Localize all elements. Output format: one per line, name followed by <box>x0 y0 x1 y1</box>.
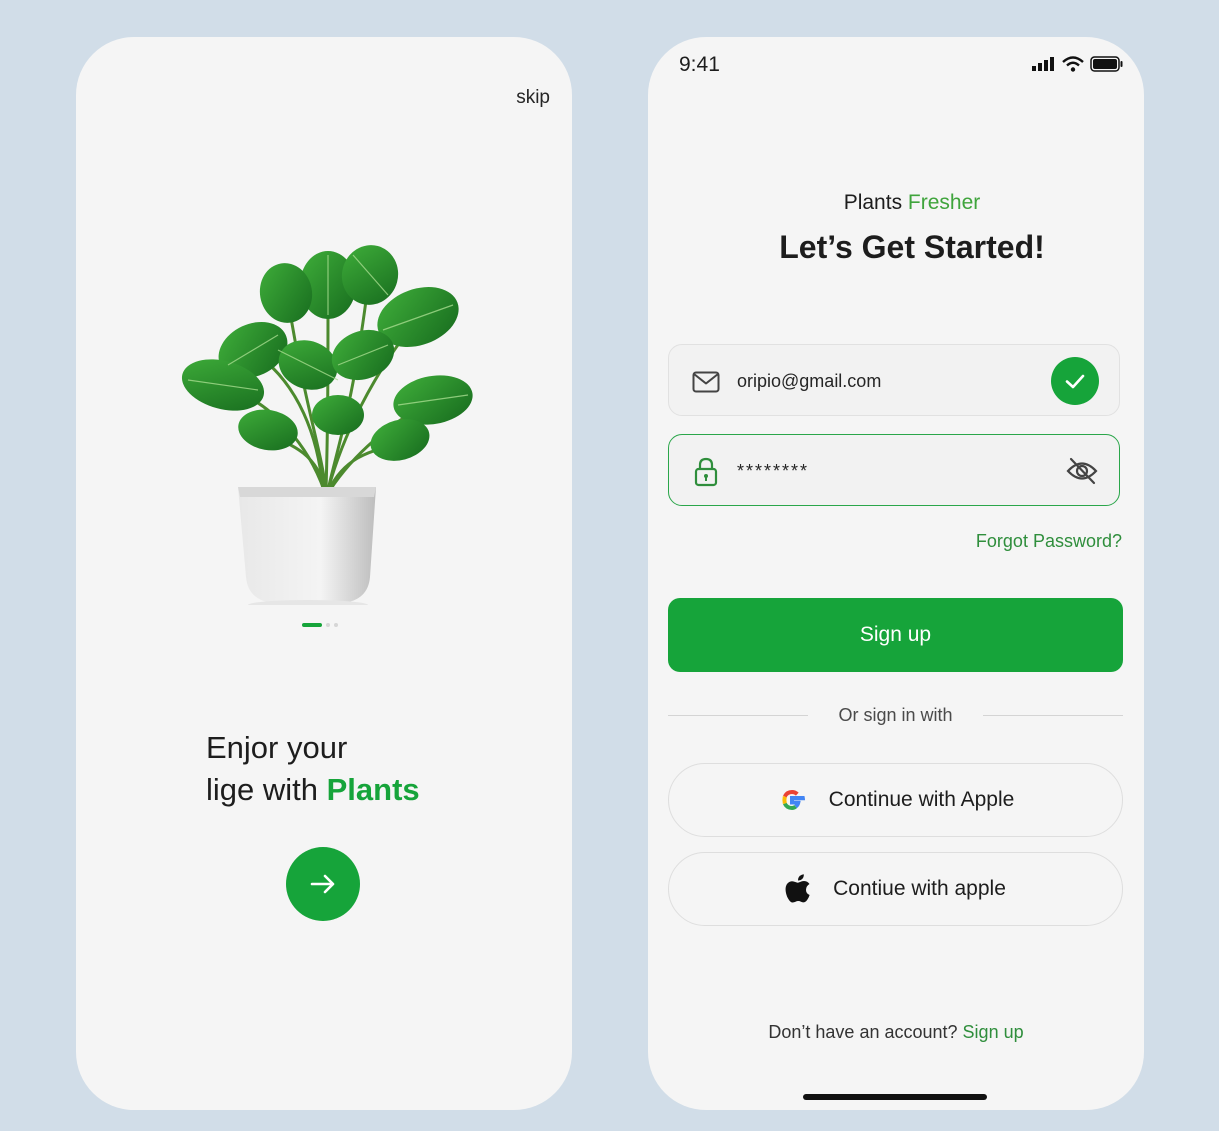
battery-icon <box>1090 56 1123 72</box>
divider-line <box>982 715 1124 716</box>
email-field[interactable] <box>668 344 1120 416</box>
wifi-icon <box>1062 56 1084 72</box>
plant-illustration <box>181 245 473 605</box>
arrow-right-icon <box>310 874 335 894</box>
home-indicator <box>803 1094 987 1100</box>
page-title: Let’s Get Started! <box>779 229 1045 265</box>
bottom-sign-up-link[interactable]: Sign up <box>963 1022 1024 1042</box>
brand-prefix: Plants <box>843 191 903 214</box>
divider-line <box>668 715 809 716</box>
brand-accent: Fresher <box>907 191 981 214</box>
skip-button[interactable]: skip <box>516 87 550 109</box>
headline-line1: Enjor your <box>206 730 348 765</box>
pagination-dot-active <box>302 623 322 627</box>
apple-icon <box>785 874 810 903</box>
next-button[interactable] <box>286 847 360 921</box>
continue-with-google-button[interactable]: Continue with Apple <box>668 763 1123 837</box>
divider: Or sign in with <box>668 705 1124 726</box>
brand-name: Plants Fresher <box>648 191 1144 215</box>
password-input[interactable] <box>737 455 1037 487</box>
pagination-dots <box>302 623 338 627</box>
divider-text: Or sign in with <box>838 705 953 725</box>
password-field[interactable] <box>668 434 1120 506</box>
google-icon <box>782 789 805 811</box>
continue-with-apple-button[interactable]: Contiue with apple <box>668 852 1123 926</box>
pagination-dot <box>334 623 338 627</box>
signup-screen: 9:41 Plants Fresher Let’s Get Started! o… <box>648 37 1144 1110</box>
forgot-password-link[interactable]: Forgot Password? <box>976 531 1122 552</box>
sign-up-button[interactable]: Sign up <box>668 598 1123 672</box>
bottom-prompt: Don’t have an account? Sign up <box>648 1022 1144 1043</box>
headline-accent: Plants <box>326 772 420 807</box>
cellular-signal-icon <box>1032 57 1054 71</box>
bottom-prompt-text: Don’t have an account? <box>768 1022 958 1042</box>
status-time: 9:41 <box>679 53 720 76</box>
status-icons <box>1032 56 1124 72</box>
apple-button-label: Contiue with apple <box>833 877 1006 900</box>
email-input[interactable] <box>737 365 1037 397</box>
check-circle-icon <box>1051 357 1099 405</box>
headline-line2-prefix: lige with <box>206 772 318 807</box>
headline-line2: lige with Plants <box>206 769 420 811</box>
google-button-label: Continue with Apple <box>828 788 1015 811</box>
mail-icon <box>691 367 721 397</box>
eye-off-icon[interactable] <box>1065 455 1099 487</box>
onboarding-screen: skip Enjor your lige with Plants <box>76 37 572 1110</box>
lock-icon <box>691 457 721 487</box>
onboarding-headline: Enjor your lige with Plants <box>206 727 420 811</box>
pagination-dot <box>326 623 330 627</box>
